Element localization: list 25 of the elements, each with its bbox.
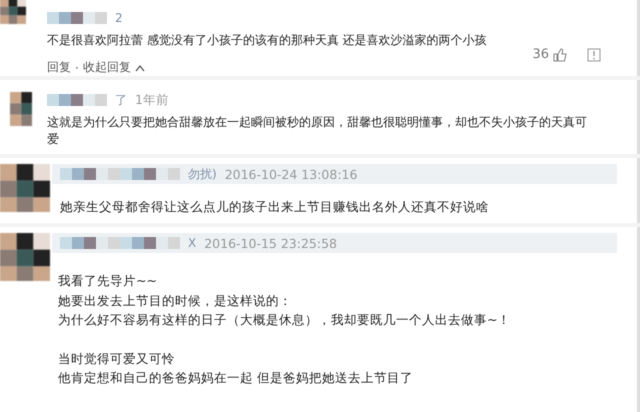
comment-text: 他肯定想和自己的爸爸妈妈在一起 但是爸妈把她送去上节目了 <box>58 369 414 387</box>
like-count: 36 <box>532 47 549 62</box>
comment-time: 2016-10-15 23:25:58 <box>204 236 337 250</box>
comment-text: 不是很喜欢阿拉蕾 感觉没有了小孩子的该有的那种天真 还是喜欢沙溢家的两个小孩 <box>47 32 488 49</box>
comment-text: 当时觉得可爱又可怜 <box>58 350 176 368</box>
report-icon[interactable] <box>587 48 601 62</box>
avatar <box>10 92 32 126</box>
thumbs-up-icon[interactable] <box>553 48 567 62</box>
username[interactable]: X <box>188 236 196 250</box>
comment-text: 我看了先导片~~ <box>58 272 158 290</box>
separator-dot: · <box>75 60 79 74</box>
comment-text: 她亲生父母都舍得让这么点儿的孩子出来上节目赚钱出名外人还真不好说啥 <box>60 198 490 215</box>
comment-text: 她要出发去上节目的时候，是这样说的： <box>58 292 293 310</box>
username[interactable]: 了 <box>115 92 127 108</box>
username[interactable]: 勿扰) <box>188 166 217 182</box>
reply-link[interactable]: 回复 <box>47 59 71 76</box>
username[interactable]: 2 <box>115 11 123 25</box>
blurred-name <box>47 12 107 24</box>
comment-text: 这就是为什么只要把她合甜馨放在一起瞬间被秒的原因，甜馨也很聪明懂事，却也不失小孩子的天真可爱 <box>47 114 588 148</box>
collapse-replies-link[interactable]: 收起回复 <box>82 59 131 76</box>
comment-text: 为什么好不容易有这样的日子（大概是休息），我却要既几一个人出去做事~！ <box>58 311 512 329</box>
comment-time: 2016-10-24 13:08:16 <box>224 166 358 182</box>
comment-time: 1年前 <box>135 92 169 108</box>
blurred-name <box>47 94 107 106</box>
caret-icon[interactable] <box>134 64 145 72</box>
